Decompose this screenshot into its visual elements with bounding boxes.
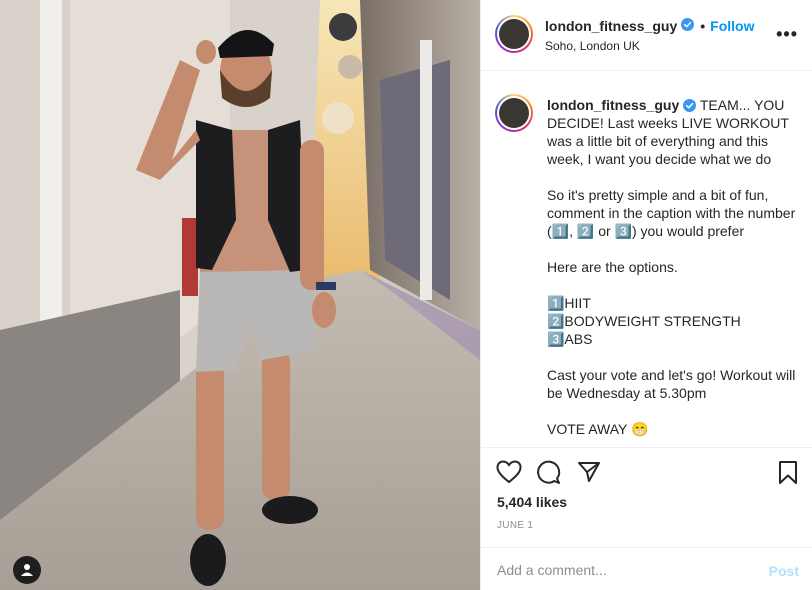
post-location[interactable]: Soho, London UK: [545, 39, 640, 53]
post-photo[interactable]: [0, 0, 480, 590]
post-header: london_fitness_guy • Follow Soho, London…: [481, 0, 812, 71]
comment-input[interactable]: [497, 559, 747, 581]
verified-badge-icon: [683, 96, 697, 114]
caption-username[interactable]: london_fitness_guy: [547, 97, 679, 113]
separator-dot: •: [700, 18, 706, 34]
more-options-button[interactable]: •••: [776, 24, 798, 45]
follow-button[interactable]: Follow: [710, 18, 754, 34]
post-details-panel: london_fitness_guy • Follow Soho, London…: [480, 0, 812, 590]
post-comment-button[interactable]: Post: [769, 563, 799, 579]
user-tag-icon: [21, 564, 33, 576]
post-date: JUNE 1: [497, 520, 534, 531]
author-username[interactable]: london_fitness_guy: [545, 18, 677, 34]
author-avatar[interactable]: [495, 15, 533, 53]
caption-avatar[interactable]: [495, 94, 533, 132]
paper-plane-icon[interactable]: [577, 461, 601, 488]
verified-badge-icon: [681, 18, 695, 34]
caption-body: TEAM... YOU DECIDE! Last weeks LIVE WORK…: [547, 97, 796, 437]
caption-text: london_fitness_guy TEAM... YOU DECIDE! L…: [547, 96, 799, 438]
post-actions: 5,404 likes JUNE 1: [481, 447, 812, 545]
likes-count[interactable]: 5,404 likes: [497, 494, 567, 510]
photo-illustration: [0, 0, 480, 590]
comment-bar: Post: [481, 547, 812, 590]
bookmark-icon[interactable]: [778, 460, 798, 490]
heart-icon[interactable]: [496, 460, 522, 489]
caption-area: london_fitness_guy TEAM... YOU DECIDE! L…: [481, 72, 812, 447]
comment-icon[interactable]: [536, 460, 561, 490]
tags-button[interactable]: [13, 556, 41, 584]
